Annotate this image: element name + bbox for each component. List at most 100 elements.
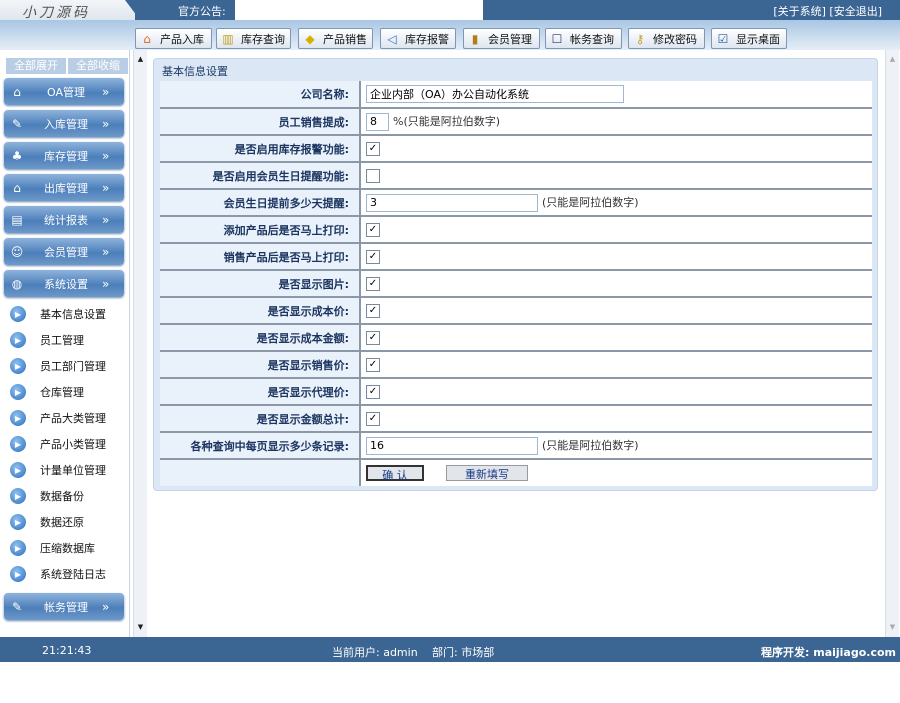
sidebar: 全部展开 全部收缩 ⌂ OA管理 » ✎ 入库管理 » ♣ 库存管理 » ⌂ 出库管理 » ▤ 统…: [0, 50, 130, 637]
tag-icon: ◆: [305, 31, 315, 46]
arrow-icon: ▶: [10, 514, 26, 530]
show-cost-amount-checkbox[interactable]: ✓: [366, 330, 380, 345]
submenu-item[interactable]: ▶ 仓库管理: [10, 382, 84, 402]
submenu-label: 仓库管理: [40, 386, 84, 399]
key-icon: ⚷: [635, 31, 645, 46]
menu-label: 库存管理: [44, 149, 88, 163]
company-name-input[interactable]: [366, 85, 624, 103]
submenu-item[interactable]: ▶ 数据还原: [10, 512, 84, 532]
field-label: 是否启用会员生日提醒功能:: [160, 162, 361, 190]
menu-members[interactable]: ☺ 会员管理 »: [4, 238, 124, 265]
field-label: 是否显示代理价:: [160, 378, 361, 406]
arrow-icon: ▶: [10, 410, 26, 426]
submenu-item[interactable]: ▶ 产品小类管理: [10, 434, 106, 454]
notice-field[interactable]: [235, 0, 483, 20]
submenu-label: 数据还原: [40, 516, 84, 529]
submenu-label: 产品大类管理: [40, 412, 106, 425]
logout-link[interactable]: [安全退出]: [829, 5, 882, 18]
menu-oa[interactable]: ⌂ OA管理 »: [4, 78, 124, 105]
submenu-label: 员工部门管理: [40, 360, 106, 373]
scroll-down-icon[interactable]: ▼: [134, 621, 147, 634]
menu-system-settings[interactable]: ◍ 系统设置 »: [4, 270, 124, 297]
show-cost-price-checkbox[interactable]: ✓: [366, 303, 380, 318]
main-scrollbar[interactable]: ▲ ▼: [885, 50, 899, 637]
print-after-sale-checkbox[interactable]: ✓: [366, 249, 380, 264]
submenu-item[interactable]: ▶ 压缩数据库: [10, 538, 95, 558]
empty-cell: [160, 459, 361, 486]
settings-table: 公司名称: 员工销售提成: %(只能是阿拉伯数字) 是否启用库存报警功能: ✓ 是否…: [160, 81, 872, 486]
label: 帐务查询: [570, 32, 614, 46]
reset-button[interactable]: 重新填写: [446, 465, 528, 481]
arrow-icon: ▶: [10, 384, 26, 400]
submenu-label: 产品小类管理: [40, 438, 106, 451]
show-total-checkbox[interactable]: ✓: [366, 411, 380, 426]
about-system-link[interactable]: [关于系统]: [773, 5, 826, 18]
submenu-item[interactable]: ▶ 计量单位管理: [10, 460, 106, 480]
show-agent-price-checkbox[interactable]: ✓: [366, 384, 380, 399]
submenu-item[interactable]: ▶ 员工管理: [10, 330, 84, 350]
scroll-down-icon[interactable]: ▼: [886, 621, 899, 634]
arrow-icon: ▶: [10, 462, 26, 478]
submenu-item[interactable]: ▶ 产品大类管理: [10, 408, 106, 428]
submenu-label: 基本信息设置: [40, 308, 106, 321]
expand-all-button[interactable]: 全部展开: [6, 58, 66, 74]
toolbar-button-stock-query[interactable]: ▥ 库存查询: [216, 28, 291, 49]
arrow-icon: ▶: [10, 358, 26, 374]
toolbar-button-product-in[interactable]: ⌂ 产品入库: [135, 28, 212, 49]
label: 库存报警: [405, 32, 449, 46]
submenu-item[interactable]: ▶ 数据备份: [10, 486, 84, 506]
commission-input[interactable]: [366, 112, 389, 131]
stock-alarm-checkbox[interactable]: ✓: [366, 141, 380, 156]
menu-stock-in[interactable]: ✎ 入库管理 »: [4, 110, 124, 137]
menu-label: 会员管理: [44, 245, 88, 259]
edit-icon: ✎: [11, 599, 23, 614]
show-sale-price-checkbox[interactable]: ✓: [366, 357, 380, 372]
sidebar-scrollbar[interactable]: ▲ ▼: [133, 50, 147, 637]
label: 显示桌面: [736, 32, 780, 46]
label: 会员管理: [488, 32, 532, 46]
boxes-icon: ♣: [11, 148, 23, 163]
arrow-icon: ▶: [10, 488, 26, 504]
field-label: 各种查询中每页显示多少条记录:: [160, 432, 361, 460]
menu-stock-out[interactable]: ⌂ 出库管理 »: [4, 174, 124, 201]
birthday-days-input[interactable]: [366, 193, 538, 212]
menu-reports[interactable]: ▤ 统计报表 »: [4, 206, 124, 233]
scroll-up-icon[interactable]: ▲: [134, 53, 147, 66]
toolbar-button-product-sales[interactable]: ◆ 产品销售: [298, 28, 373, 49]
page-size-input[interactable]: [366, 436, 538, 455]
menu-label: 入库管理: [44, 117, 88, 131]
submenu-item[interactable]: ▶ 基本信息设置: [10, 304, 106, 324]
submenu-label: 数据备份: [40, 490, 84, 503]
menu-inventory[interactable]: ♣ 库存管理 »: [4, 142, 124, 169]
chevron-right-icon: »: [102, 212, 110, 227]
logo: 小刀源码: [0, 0, 135, 20]
birthday-remind-checkbox[interactable]: [366, 168, 380, 183]
toolbar: ⌂ 产品入库 ▥ 库存查询 ◆ 产品销售 ◁ 库存报警 ▮ 会员管理 ☐ 帐务查询 ⚷ 修改密…: [0, 20, 900, 50]
chevron-right-icon: »: [102, 180, 110, 195]
commission-hint: %(只能是阿拉伯数字): [393, 114, 501, 128]
submenu-label: 计量单位管理: [40, 464, 106, 477]
toolbar-button-change-password[interactable]: ⚷ 修改密码: [628, 28, 705, 49]
toolbar-button-show-desktop[interactable]: ☑ 显示桌面: [711, 28, 787, 49]
collapse-all-button[interactable]: 全部收缩: [68, 58, 128, 74]
print-after-add-checkbox[interactable]: ✓: [366, 222, 380, 237]
field-label: 会员生日提前多少天提醒:: [160, 189, 361, 217]
scroll-up-icon[interactable]: ▲: [886, 53, 899, 66]
submenu-item[interactable]: ▶ 员工部门管理: [10, 356, 106, 376]
page-size-hint: (只能是阿拉伯数字): [542, 438, 639, 452]
menu-label: 出库管理: [44, 181, 88, 195]
house-icon: ⌂: [13, 180, 21, 195]
field-label: 是否启用库存报警功能:: [160, 135, 361, 163]
clock: 21:21:43: [42, 644, 92, 657]
menu-accounts[interactable]: ✎ 帐务管理 »: [4, 593, 124, 620]
field-label: 是否显示成本价:: [160, 297, 361, 325]
confirm-button[interactable]: 确 认: [366, 465, 424, 482]
submenu-item[interactable]: ▶ 系统登陆日志: [10, 564, 106, 584]
show-image-checkbox[interactable]: ✓: [366, 276, 380, 291]
toolbar-button-stock-alarm[interactable]: ◁ 库存报警: [380, 28, 456, 49]
chevron-right-icon: »: [102, 599, 110, 614]
toolbar-button-member[interactable]: ▮ 会员管理: [463, 28, 540, 49]
notice-label: 官方公告:: [178, 5, 226, 18]
arrow-icon: ▶: [10, 566, 26, 582]
toolbar-button-account-query[interactable]: ☐ 帐务查询: [545, 28, 622, 49]
